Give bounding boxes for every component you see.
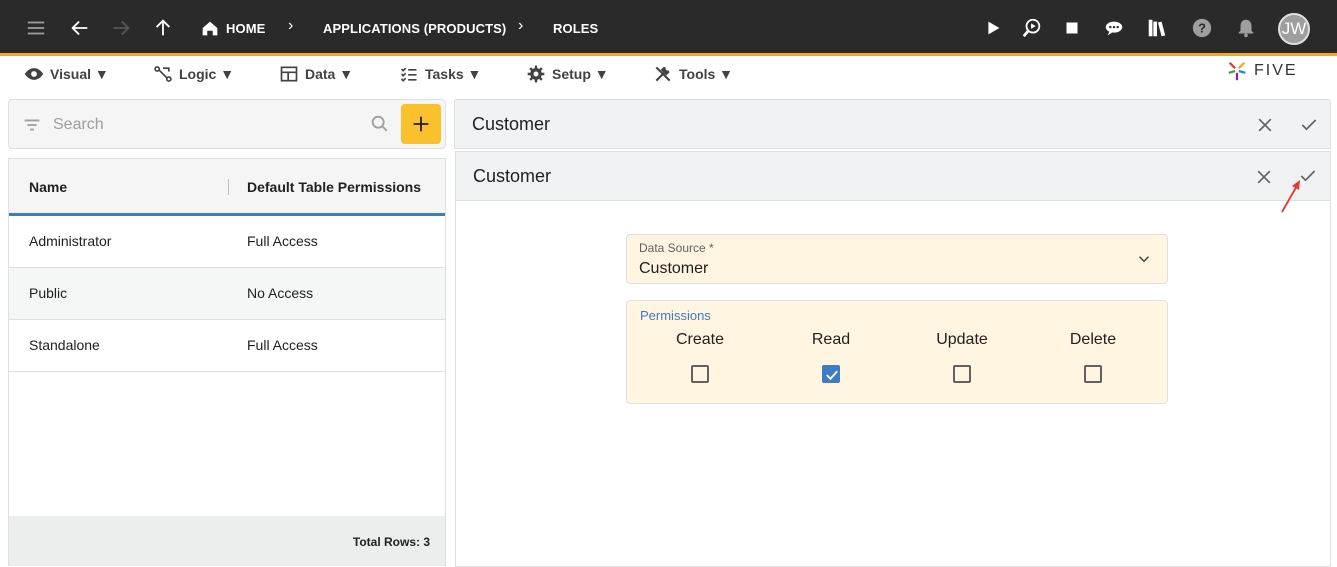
chevron-down-icon[interactable] — [1135, 250, 1153, 273]
close-icon — [1257, 170, 1271, 184]
check-icon — [1301, 119, 1317, 131]
add-button[interactable] — [401, 104, 441, 144]
permission-read: Read — [771, 331, 891, 388]
delete-checkbox[interactable] — [1084, 365, 1102, 383]
menu-setup[interactable]: Setup ▼ — [526, 64, 609, 84]
library-icon[interactable] — [1145, 16, 1169, 40]
breadcrumb-roles[interactable]: ROLES — [553, 21, 598, 36]
update-checkbox[interactable] — [953, 365, 971, 383]
total-rows: Total Rows: 3 — [352, 535, 430, 549]
logo-text: FIVE — [1254, 62, 1298, 79]
menu-data-label: Data ▼ — [305, 66, 354, 82]
check-icon — [826, 370, 838, 381]
breadcrumb-home[interactable]: HOME — [226, 21, 265, 36]
up-arrow-icon[interactable] — [151, 16, 175, 40]
table-row[interactable]: Standalone Full Access — [9, 320, 445, 372]
column-header-permissions[interactable]: Default Table Permissions — [247, 179, 421, 195]
five-logo: FIVE — [1226, 60, 1298, 82]
close-icon — [1258, 118, 1272, 132]
menu-tasks[interactable]: Tasks ▼ — [399, 64, 481, 84]
search-debug-icon[interactable] — [1020, 16, 1044, 40]
gear-icon — [527, 65, 545, 83]
permission-update-label: Update — [936, 331, 988, 348]
forward-arrow-icon[interactable] — [109, 16, 133, 40]
inner-form-header: Customer — [456, 152, 1330, 201]
cell-name: Public — [29, 285, 68, 301]
roles-table: Name Default Table Permissions Administr… — [8, 158, 446, 566]
outer-cancel-button[interactable] — [1252, 112, 1278, 138]
table-footer: Total Rows: 3 — [9, 516, 445, 566]
menu-tasks-label: Tasks ▼ — [425, 66, 482, 82]
data-source-label: Data Source * — [639, 241, 714, 255]
column-header-name[interactable]: Name — [29, 179, 67, 195]
table-row[interactable]: Public No Access — [9, 268, 445, 320]
read-checkbox[interactable] — [822, 365, 840, 383]
cell-name: Administrator — [29, 233, 112, 249]
help-icon[interactable]: ? — [1190, 16, 1214, 40]
top-app-bar: HOME › APPLICATIONS (PRODUCTS) › ROLES ?… — [0, 0, 1337, 56]
menu-bar: Visual ▼ Logic ▼ Data ▼ Tasks ▼ Setup ▼ … — [0, 56, 1337, 93]
permission-delete: Delete — [1033, 331, 1153, 388]
back-arrow-icon[interactable] — [68, 16, 92, 40]
play-icon[interactable] — [981, 16, 1005, 40]
logic-icon — [154, 66, 172, 82]
bell-icon[interactable] — [1234, 16, 1258, 40]
avatar[interactable]: JW — [1278, 13, 1310, 45]
plus-icon — [413, 116, 429, 132]
menu-tools[interactable]: Tools ▼ — [653, 64, 733, 84]
cell-permission: Full Access — [247, 337, 318, 353]
menu-setup-label: Setup ▼ — [552, 66, 609, 82]
chat-icon[interactable] — [1102, 16, 1126, 40]
data-source-select[interactable]: Data Source * Customer — [626, 234, 1168, 284]
tools-icon — [655, 66, 671, 82]
inner-form-title: Customer — [473, 166, 552, 186]
permission-create-label: Create — [675, 331, 725, 348]
table-header: Name Default Table Permissions — [9, 159, 445, 216]
annotation-arrow — [1281, 180, 1300, 213]
permission-delete-label: Delete — [1069, 331, 1117, 348]
tasks-icon — [400, 67, 417, 82]
cell-name: Standalone — [29, 337, 100, 353]
stop-icon[interactable] — [1060, 16, 1084, 40]
chevron-right-icon: › — [288, 17, 294, 34]
breadcrumb-applications[interactable]: APPLICATIONS (PRODUCTS) — [323, 21, 506, 36]
create-checkbox[interactable] — [691, 365, 709, 383]
permission-update: Update — [902, 331, 1022, 388]
five-logo-icon — [1228, 61, 1246, 81]
outer-save-button[interactable] — [1296, 112, 1322, 138]
search-bar — [8, 99, 446, 149]
inner-cancel-button[interactable] — [1251, 164, 1277, 190]
permissions-group: Permissions Create Read Update Delete — [626, 300, 1168, 404]
outer-form-title: Customer — [472, 114, 551, 134]
menu-logic[interactable]: Logic ▼ — [153, 64, 234, 84]
menu-data[interactable]: Data ▼ — [279, 64, 353, 84]
column-divider[interactable] — [228, 179, 229, 195]
outer-form-header: Customer — [454, 99, 1331, 149]
table-row[interactable]: Administrator Full Access — [9, 216, 445, 268]
svg-text:?: ? — [1198, 21, 1206, 36]
permissions-label: Permissions — [640, 308, 711, 323]
menu-visual-label: Visual ▼ — [50, 66, 109, 82]
permission-create: Create — [640, 331, 760, 388]
eye-icon — [24, 68, 44, 80]
data-source-value: Customer — [639, 260, 709, 277]
cell-permission: No Access — [247, 285, 314, 301]
table-icon — [280, 66, 298, 82]
menu-visual[interactable]: Visual ▼ — [24, 64, 109, 84]
menu-logic-label: Logic ▼ — [179, 66, 235, 82]
search-input[interactable] — [53, 113, 353, 137]
permission-read-label: Read — [811, 331, 851, 348]
menu-tools-label: Tools ▼ — [679, 66, 734, 82]
menu-icon[interactable] — [24, 16, 48, 40]
search-icon[interactable] — [369, 113, 391, 140]
filter-icon[interactable] — [21, 114, 43, 141]
cell-permission: Full Access — [247, 233, 318, 249]
home-icon[interactable] — [198, 16, 222, 40]
chevron-right-icon: › — [518, 17, 524, 34]
